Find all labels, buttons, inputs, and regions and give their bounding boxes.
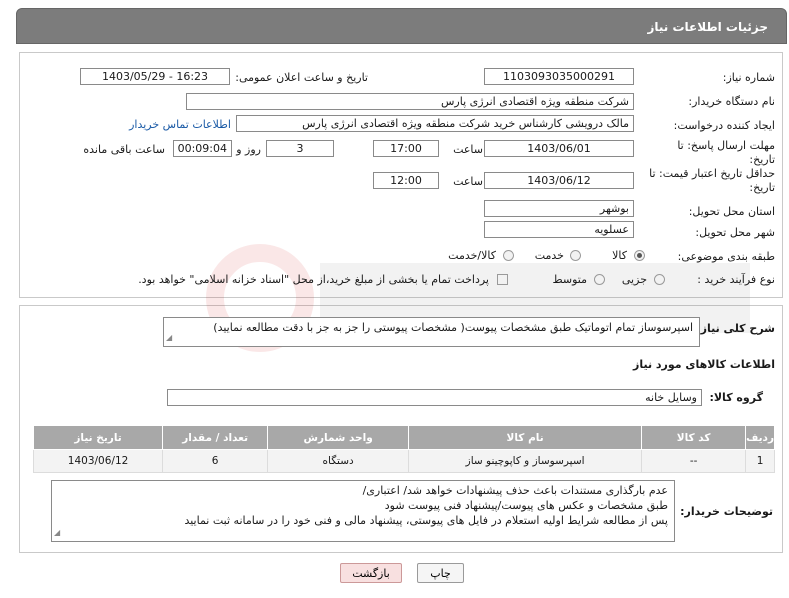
treasury-payment-note: پرداخت تمام یا بخشی از مبلغ خرید،از محل … (138, 273, 489, 286)
goods-section-title: اطلاعات کالاهای مورد نیاز (633, 358, 775, 371)
column-header-code: کد کالا (641, 425, 747, 450)
days-label: روز و (236, 143, 261, 156)
announce-datetime-field: 1403/05/29 - 16:23 (80, 68, 230, 85)
description-text: اسپرسوساز تمام اتوماتیک طبق مشخصات پیوست… (213, 321, 693, 334)
purchase-type-label: نوع فرآیند خرید : (697, 273, 775, 286)
cell-date: 1403/06/12 (32, 449, 164, 473)
province-field: بوشهر (484, 200, 634, 217)
city-field: عسلویه (484, 221, 634, 238)
table-row: 1 -- اسپرسوساز و کاپوچینو ساز دستگاه 6 1… (32, 449, 775, 473)
cell-quantity: 6 (162, 449, 269, 473)
need-number-field: 1103093035000291 (484, 68, 634, 85)
response-date-field: 1403/06/01 (484, 140, 634, 157)
response-deadline-label: مهلت ارسال پاسخ: تا (677, 139, 775, 152)
treasury-payment-checkbox[interactable] (497, 274, 508, 285)
buyer-contact-link[interactable]: اطلاعات تماس خریدار (129, 118, 231, 131)
price-validity-label: حداقل تاریخ اعتبار قیمت: تا (649, 167, 775, 180)
column-header-quantity: تعداد / مقدار (162, 425, 269, 450)
column-header-row-number: ردیف (745, 425, 775, 450)
requester-label: ایجاد کننده درخواست: (673, 119, 775, 132)
category-radio-goods-service[interactable] (503, 250, 514, 261)
goods-group-field: وسایل خانه (167, 389, 702, 406)
cell-name: اسپرسوساز و کاپوچینو ساز (408, 449, 643, 473)
buyer-notes-textarea[interactable]: عدم بارگذاری مستندات باعث حذف پیشنهادات … (51, 480, 675, 542)
price-validity-time-label: ساعت (453, 175, 483, 188)
page-header: جزئیات اطلاعات نیاز (16, 8, 787, 44)
response-time-label: ساعت (453, 143, 483, 156)
buyer-notes-label: توضیحات خریدار: (680, 505, 773, 518)
time-remaining-field: 00:09:04 (173, 140, 232, 157)
purchase-type-radio-medium[interactable] (594, 274, 605, 285)
category-option-goods-service: کالا/خدمت (448, 249, 496, 262)
cell-row-number: 1 (745, 449, 775, 473)
purchase-type-option-medium: متوسط (552, 273, 587, 286)
column-header-unit: واحد شمارش (267, 425, 410, 450)
cell-code: -- (641, 449, 747, 473)
city-label: شهر محل تحویل: (695, 226, 775, 239)
price-validity-label-date: تاریخ: (749, 181, 775, 194)
cell-unit: دستگاه (267, 449, 410, 473)
column-header-date: تاریخ نیاز (32, 425, 164, 450)
province-label: استان محل تحویل: (688, 205, 775, 218)
description-label: شرح کلی نیاز: (696, 322, 775, 335)
category-radio-service[interactable] (570, 250, 581, 261)
table-header-row: ردیف کد کالا نام کالا واحد شمارش تعداد /… (32, 425, 775, 450)
purchase-type-option-minor: جزیی (621, 273, 647, 286)
column-header-name: نام کالا (408, 425, 643, 450)
requester-field: مالک درویشی کارشناس خرید شرکت منطقه ویژه… (236, 115, 634, 132)
category-option-goods: کالا (612, 249, 627, 262)
buyer-notes-line-1: عدم بارگذاری مستندات باعث حذف پیشنهادات … (362, 484, 668, 497)
buyer-notes-line-2: طبق مشخصات و عکس های پیوست/پیشنهاد فنی پ… (384, 499, 668, 512)
page-title: جزئیات اطلاعات نیاز (647, 20, 768, 34)
price-validity-date-field: 1403/06/12 (484, 172, 634, 189)
buyer-notes-line-3: پس از مطالعه شرایط اولیه استعلام در فایل… (184, 514, 668, 527)
description-textarea[interactable]: اسپرسوساز تمام اتوماتیک طبق مشخصات پیوست… (163, 317, 700, 347)
category-label: طبقه بندی موضوعی: (677, 250, 775, 263)
print-button[interactable]: چاپ (417, 563, 464, 583)
price-validity-time-field: 12:00 (373, 172, 439, 189)
resize-grip-icon[interactable]: ◢ (54, 525, 60, 540)
back-button[interactable]: بازگشت (340, 563, 402, 583)
need-number-label: شماره نیاز: (722, 71, 775, 84)
purchase-type-radio-minor[interactable] (654, 274, 665, 285)
goods-group-label: گروه کالا: (709, 391, 763, 404)
goods-table: ردیف کد کالا نام کالا واحد شمارش تعداد /… (32, 425, 775, 473)
category-radio-goods[interactable] (634, 250, 645, 261)
announce-datetime-label: تاریخ و ساعت اعلان عمومی: (235, 71, 368, 84)
time-remaining-label: ساعت باقی مانده (83, 143, 165, 156)
category-option-service: خدمت (534, 249, 564, 262)
buyer-org-label: نام دستگاه خریدار: (688, 95, 775, 108)
response-time-field: 17:00 (373, 140, 439, 157)
buyer-org-field: شرکت منطقه ویژه اقتصادی انرژی پارس (186, 93, 634, 110)
resize-grip-icon[interactable]: ◢ (166, 330, 172, 345)
response-deadline-label-date: تاریخ: (749, 153, 775, 166)
days-remaining-field: 3 (266, 140, 334, 157)
